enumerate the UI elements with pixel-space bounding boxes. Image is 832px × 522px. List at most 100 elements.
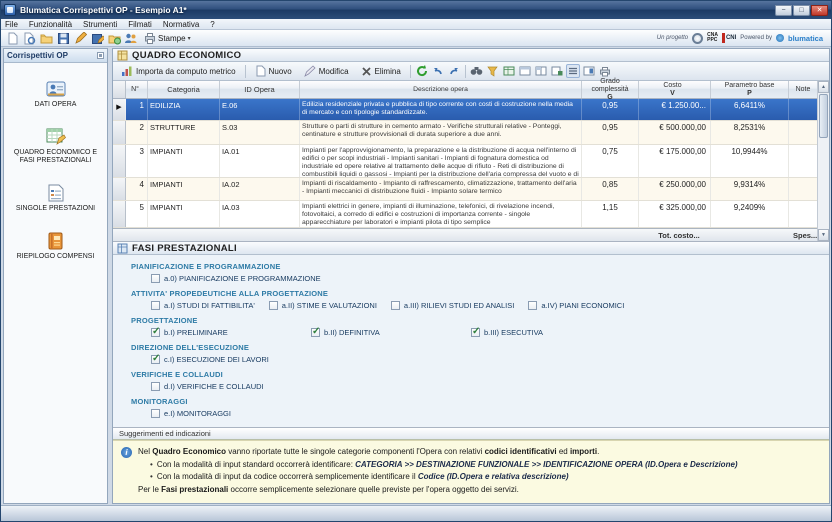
preview-icon[interactable] — [22, 32, 36, 45]
cell-categoria: IMPIANTI — [148, 201, 220, 227]
checkbox-icon[interactable] — [311, 328, 320, 337]
menu-normativa[interactable]: Normativa — [163, 20, 199, 29]
pin-icon[interactable] — [97, 52, 104, 59]
find-icon[interactable] — [470, 64, 484, 78]
list-view-icon[interactable] — [566, 64, 580, 78]
minimize-button[interactable]: − — [775, 5, 792, 16]
row-selector-icon[interactable]: ▶ — [113, 99, 126, 120]
suggerimenti-bar[interactable]: Suggerimenti ed indicazioni — [113, 427, 829, 440]
checkbox-icon[interactable] — [528, 301, 537, 310]
col-note[interactable]: Note — [789, 81, 817, 98]
sidebar-item-riepilogo-compensi[interactable]: RIEPILOGO COMPENSI — [4, 230, 107, 263]
table-row[interactable]: 4 IMPIANTI IA.02 Impianti di riscaldamen… — [113, 178, 817, 201]
row-selector-icon[interactable] — [113, 201, 126, 227]
table-row[interactable]: 2 STRUTTURE S.03 Strutture o parti di st… — [113, 121, 817, 145]
elimina-button[interactable]: Elimina — [356, 64, 406, 79]
scroll-up-icon[interactable]: ▲ — [818, 81, 829, 93]
row-selector-icon[interactable] — [113, 145, 126, 177]
table-row[interactable]: 5 IMPIANTI IA.03 Impianti elettrici in g… — [113, 201, 817, 228]
fasi-checkbox-item[interactable]: a.I) STUDI DI FATTIBILITA' — [151, 301, 255, 310]
cell-parametro: 6,6411% — [711, 99, 789, 120]
cell-note — [789, 178, 817, 200]
edit-row-icon — [304, 65, 316, 77]
filter-icon[interactable] — [486, 64, 500, 78]
table-row[interactable]: 3 IMPIANTI IA.01 Impianti per l'approvvi… — [113, 145, 817, 178]
cell-grado: 0,95 — [582, 121, 639, 144]
fasi-checkbox-item[interactable]: a.II) STIME E VALUTAZIONI — [269, 301, 377, 310]
chart-icon — [121, 65, 133, 77]
fasi-checkbox-item[interactable]: a.IV) PIANI ECONOMICI — [528, 301, 624, 310]
col-categoria[interactable]: Categoria — [148, 81, 220, 98]
fasi-checkbox-item[interactable]: c.I) ESECUZIONE DEI LAVORI — [151, 355, 269, 364]
sidebar-title: Corrispettivi OP — [7, 51, 97, 60]
export-grid-icon[interactable] — [550, 64, 564, 78]
importa-button[interactable]: Importa da computo metrico — [116, 63, 241, 79]
checkbox-icon[interactable] — [151, 382, 160, 391]
fasi-checkbox-item[interactable]: e.I) MONITORAGGI — [151, 409, 231, 418]
col-descrizione[interactable]: Descrizione opera — [300, 81, 582, 98]
new-file-icon[interactable] — [5, 32, 19, 45]
fasi-group: VERIFICHE E COLLAUDI d.I) VERIFICHE E CO… — [131, 370, 829, 391]
save-icon[interactable] — [56, 32, 70, 45]
cell-note — [789, 121, 817, 144]
blumatica-logo-icon — [776, 34, 784, 42]
redo-arrow-icon[interactable] — [447, 64, 461, 78]
fasi-checkbox-item[interactable]: a.0) PIANIFICAZIONE E PROGRAMMAZIONE — [151, 274, 321, 283]
card-view-icon[interactable] — [518, 64, 532, 78]
split-view-icon[interactable] — [534, 64, 548, 78]
scroll-thumb[interactable] — [819, 94, 828, 138]
cell-id-opera: S.03 — [220, 121, 300, 144]
menu-funzionalita[interactable]: Funzionalità — [29, 20, 72, 29]
edit-icon[interactable] — [73, 32, 87, 45]
col-n[interactable]: N° — [126, 81, 148, 98]
sidebar-item-quadro-economico[interactable]: QUADRO ECONOMICO E FASI PRESTAZIONALI — [4, 126, 107, 167]
fasi-group: MONITORAGGI e.I) MONITORAGGI — [131, 397, 829, 418]
checkbox-icon[interactable] — [471, 328, 480, 337]
fasi-checkbox-item[interactable]: a.III) RILIEVI STUDI ED ANALISI — [391, 301, 514, 310]
grid-view-icon[interactable] — [502, 64, 516, 78]
fasi-checkbox-item[interactable]: b.III) ESECUTIVA — [471, 328, 617, 337]
sidebar-item-singole-prestazioni[interactable]: SINGOLE PRESTAZIONI — [4, 182, 107, 215]
checkbox-icon[interactable] — [269, 301, 278, 310]
fasi-checkbox-item[interactable]: b.II) DEFINITIVA — [311, 328, 457, 337]
menu-strumenti[interactable]: Strumenti — [83, 20, 117, 29]
menu-file[interactable]: File — [5, 20, 18, 29]
preview-pane-icon[interactable] — [582, 64, 596, 78]
col-parametro[interactable]: Parametro baseP — [711, 81, 789, 98]
col-id-opera[interactable]: ID Opera — [220, 81, 300, 98]
modifica-button[interactable]: Modifica — [299, 63, 354, 79]
close-button[interactable]: ✕ — [811, 5, 828, 16]
row-selector-icon[interactable] — [113, 121, 126, 144]
checkbox-icon[interactable] — [151, 409, 160, 418]
stampe-button[interactable]: Stampe ▾ — [141, 32, 194, 44]
archive-icon[interactable] — [107, 32, 121, 45]
scroll-down-icon[interactable]: ▼ — [818, 229, 829, 241]
fasi-checkbox-item[interactable]: d.I) VERIFICHE E COLLAUDI — [151, 382, 264, 391]
checkbox-icon[interactable] — [391, 301, 400, 310]
save-as-icon[interactable] — [90, 32, 104, 45]
table-scrollbar[interactable]: ▲ ▼ — [817, 81, 829, 241]
sidebar-item-dati-opera[interactable]: DATI OPERA — [4, 79, 107, 111]
nuovo-button[interactable]: Nuovo — [250, 63, 297, 79]
checkbox-icon[interactable] — [151, 301, 160, 310]
refresh-icon[interactable] — [415, 64, 429, 78]
maximize-button[interactable]: □ — [793, 5, 810, 16]
row-selector-icon[interactable] — [113, 178, 126, 200]
fasi-checkbox-item[interactable]: b.I) PRELIMINARE — [151, 328, 297, 337]
col-grado[interactable]: Grado complessitàG — [582, 81, 639, 98]
fasi-item-label: b.III) ESECUTIVA — [484, 328, 543, 337]
checkbox-icon[interactable] — [151, 274, 160, 283]
menu-filmati[interactable]: Filmati — [128, 20, 152, 29]
menu-help[interactable]: ? — [210, 20, 214, 29]
fasi-group: PIANIFICAZIONE E PROGRAMMAZIONE a.0) PIA… — [131, 262, 829, 283]
checkbox-icon[interactable] — [151, 328, 160, 337]
undo-arrow-icon[interactable] — [431, 64, 445, 78]
table-row[interactable]: ▶ 1 EDILIZIA E.06 Edilizia residenziale … — [113, 99, 817, 121]
un-progetto-label: Un progetto — [657, 35, 688, 41]
users-icon[interactable] — [124, 32, 138, 45]
checkbox-icon[interactable] — [151, 355, 160, 364]
print-grid-icon[interactable] — [598, 64, 612, 78]
col-costo[interactable]: CostoV — [639, 81, 711, 98]
open-icon[interactable] — [39, 32, 53, 45]
delete-x-icon — [361, 66, 372, 77]
